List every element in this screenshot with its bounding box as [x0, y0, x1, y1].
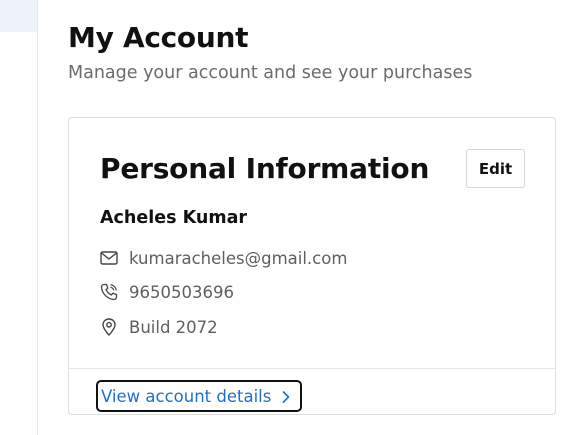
email-value: kumaracheles@gmail.com	[129, 248, 348, 268]
edit-button[interactable]: Edit	[466, 149, 525, 188]
sidebar-active-item[interactable]	[0, 0, 37, 32]
user-name: Acheles Kumar	[100, 208, 248, 228]
sidebar	[0, 0, 38, 435]
card-title: Personal Information	[100, 152, 430, 185]
page-title: My Account	[68, 21, 249, 54]
view-account-details-label: View account details	[101, 386, 272, 406]
phone-value: 9650503696	[129, 282, 234, 302]
view-account-details-link[interactable]: View account details	[96, 380, 302, 412]
address-row: Build 2072	[99, 315, 218, 339]
chevron-right-icon	[280, 389, 292, 405]
phone-row: 9650503696	[99, 280, 234, 304]
location-pin-icon	[99, 317, 119, 337]
personal-information-card: Personal Information Edit Acheles Kumar …	[68, 117, 556, 415]
mail-icon	[99, 248, 119, 268]
address-value: Build 2072	[129, 317, 218, 337]
phone-icon	[99, 282, 119, 302]
email-row: kumaracheles@gmail.com	[99, 246, 347, 270]
page-subtitle: Manage your account and see your purchas…	[68, 63, 473, 83]
card-divider	[69, 368, 555, 369]
